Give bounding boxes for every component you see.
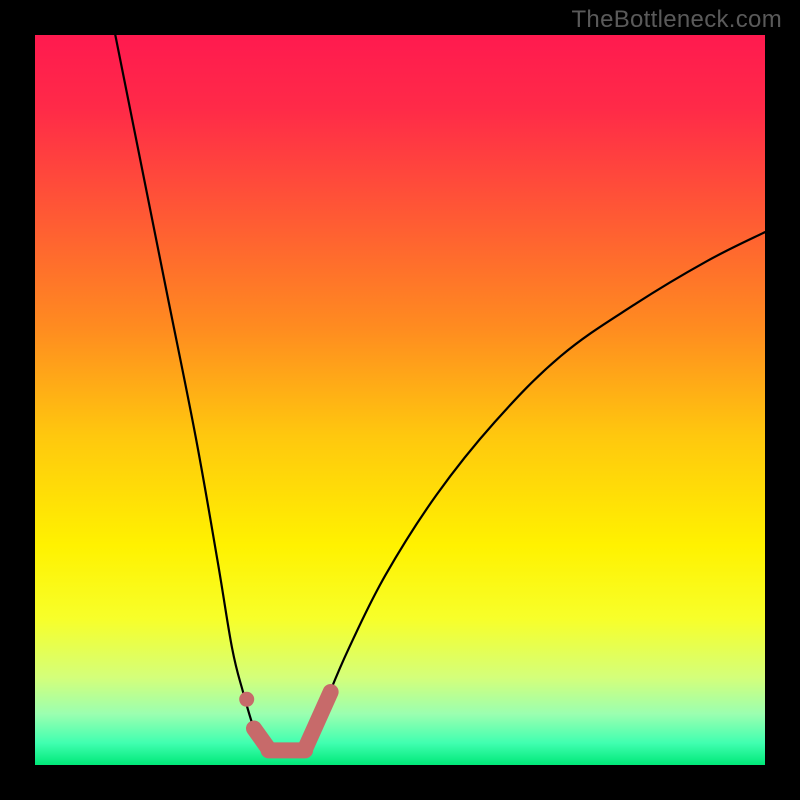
curve-right: [305, 232, 765, 750]
curve-left: [115, 35, 265, 750]
watermark-label: TheBottleneck.com: [571, 6, 782, 34]
marker-dot: [239, 692, 254, 707]
chart-frame: TheBottleneck.com: [0, 0, 800, 800]
curve-layer: [35, 35, 765, 765]
plot-area: [35, 35, 765, 765]
marker-segment: [305, 692, 331, 749]
marker-group: [239, 692, 330, 751]
